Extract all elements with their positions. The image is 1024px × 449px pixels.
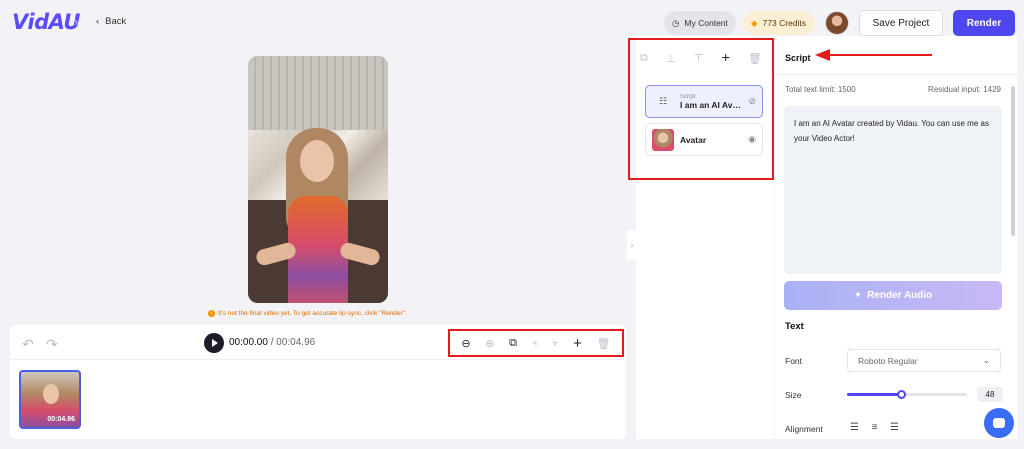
size-value[interactable]: 48 (977, 387, 1003, 402)
render-audio-label: Render Audio (867, 290, 933, 301)
video-preview[interactable] (248, 56, 388, 303)
my-content-label: My Content (684, 18, 728, 28)
user-avatar[interactable] (825, 11, 849, 35)
current-time: 00:00.00 (229, 337, 268, 348)
text-section-title: Text (785, 321, 804, 332)
clip-duration: 00:04.96 (47, 416, 75, 423)
alignment-group: ☰ ≡ ☰ (847, 420, 902, 435)
playback-time: 00:00.00 / 00:04.96 (229, 337, 316, 348)
annotation-arrow-head (815, 49, 830, 61)
layer-name: Avatar (680, 134, 707, 145)
split-right-icon[interactable]: ⫟ (552, 337, 559, 350)
vidau-logo[interactable]: VidAU (12, 10, 80, 34)
split-left-icon[interactable]: ⫞ (532, 337, 538, 350)
redo-icon[interactable]: ↷ (46, 336, 58, 353)
font-select[interactable]: Roboto Regular ⌄ (847, 349, 1001, 372)
my-content-button[interactable]: ◷ My Content (664, 11, 736, 35)
align-center-icon[interactable]: ≡ (867, 420, 882, 435)
credits-label: 773 Credits (762, 18, 807, 28)
total-time: 00:04.96 (276, 337, 316, 348)
notice-text: It's not the final video yet, To get acc… (218, 310, 407, 317)
copy-layer-icon[interactable]: ⧉ (640, 52, 648, 65)
size-slider[interactable] (847, 390, 967, 399)
layer-script[interactable]: ☷ Script I am an AI Ava... ⊘ (645, 85, 763, 118)
timeline-toolbar: ⊖ ⊕ ⧉ ⫞ ⫟ + 🗑 (448, 329, 624, 357)
chevron-down-icon: ⌄ (982, 355, 990, 365)
size-label: Size (785, 390, 802, 400)
timeline-panel: ↶ ↷ 00:00.00 / 00:04.96 ⊖ ⊕ ⧉ ⫞ ⫟ + 🗑 00… (10, 325, 626, 439)
script-icon: ☷ (658, 96, 668, 106)
layers-annotation-box: ⧉ ⊥ ⊤ + 🗑 ☷ Script I am an AI Ava... ⊘ A… (628, 38, 774, 180)
layer-toolbar: ⧉ ⊥ ⊤ + 🗑 (640, 50, 762, 65)
panel-title: Script (785, 53, 811, 63)
hidden-eye-icon[interactable]: ⊘ (748, 96, 756, 107)
play-button[interactable] (204, 333, 224, 353)
residual-input: Residual input: 1429 (928, 85, 1001, 94)
panel-scrollbar[interactable] (1011, 86, 1015, 236)
copy-icon[interactable]: ⧉ (509, 337, 517, 350)
font-value: Roboto Regular (858, 355, 918, 366)
undo-icon[interactable]: ↶ (22, 336, 34, 353)
back-button[interactable]: ‹ Back (96, 16, 126, 27)
timeline-clip[interactable]: 00:04.96 (19, 370, 81, 429)
align-right-icon[interactable]: ☰ (887, 420, 902, 435)
align-left-icon[interactable]: ☰ (847, 420, 862, 435)
size-slider-fill (847, 393, 901, 396)
render-button[interactable]: Render (953, 10, 1015, 36)
script-properties-panel: Script Total text limit: 1500 Residual i… (775, 36, 1017, 439)
align-bottom-icon[interactable]: ⊥ (666, 52, 676, 65)
clock-icon: ◷ (672, 17, 680, 28)
total-text-limit: Total text limit: 1500 (785, 85, 856, 94)
credits-badge[interactable]: ◆ 773 Credits (743, 11, 815, 35)
chat-support-button[interactable] (984, 408, 1014, 438)
layer-avatar[interactable]: Avatar ◉ (645, 123, 763, 156)
zoom-in-icon[interactable]: ⊕ (485, 337, 494, 350)
add-icon[interactable]: + (573, 335, 582, 352)
save-project-button[interactable]: Save Project (859, 10, 943, 36)
layer-name: I am an AI Ava... (680, 99, 743, 110)
delete-icon[interactable]: 🗑 (597, 337, 611, 350)
size-slider-handle[interactable] (897, 390, 906, 399)
alignment-label: Alignment (785, 424, 823, 434)
annotation-arrow (830, 54, 932, 56)
gem-icon: ◆ (751, 17, 758, 28)
font-label: Font (785, 356, 803, 366)
avatar-thumb (652, 128, 674, 151)
sparkle-icon: ✦ (853, 290, 863, 301)
script-textarea[interactable]: I am an AI Avatar created by Vidau. You … (784, 106, 1002, 274)
add-layer-icon[interactable]: + (722, 50, 730, 65)
collapse-panel-button[interactable]: › (627, 230, 637, 260)
lip-sync-notice: ! It's not the final video yet, To get a… (208, 310, 407, 317)
back-label: Back (105, 16, 127, 27)
warning-icon: ! (208, 310, 215, 317)
chevron-left-icon: ‹ (96, 16, 100, 27)
delete-layer-icon[interactable]: 🗑 (748, 52, 762, 65)
eye-icon[interactable]: ◉ (748, 134, 756, 145)
logo-chevron-icon: › (74, 14, 79, 29)
align-top-icon[interactable]: ⊤ (694, 52, 704, 65)
zoom-out-icon[interactable]: ⊖ (461, 337, 470, 350)
render-audio-button[interactable]: ✦ Render Audio (784, 281, 1002, 310)
